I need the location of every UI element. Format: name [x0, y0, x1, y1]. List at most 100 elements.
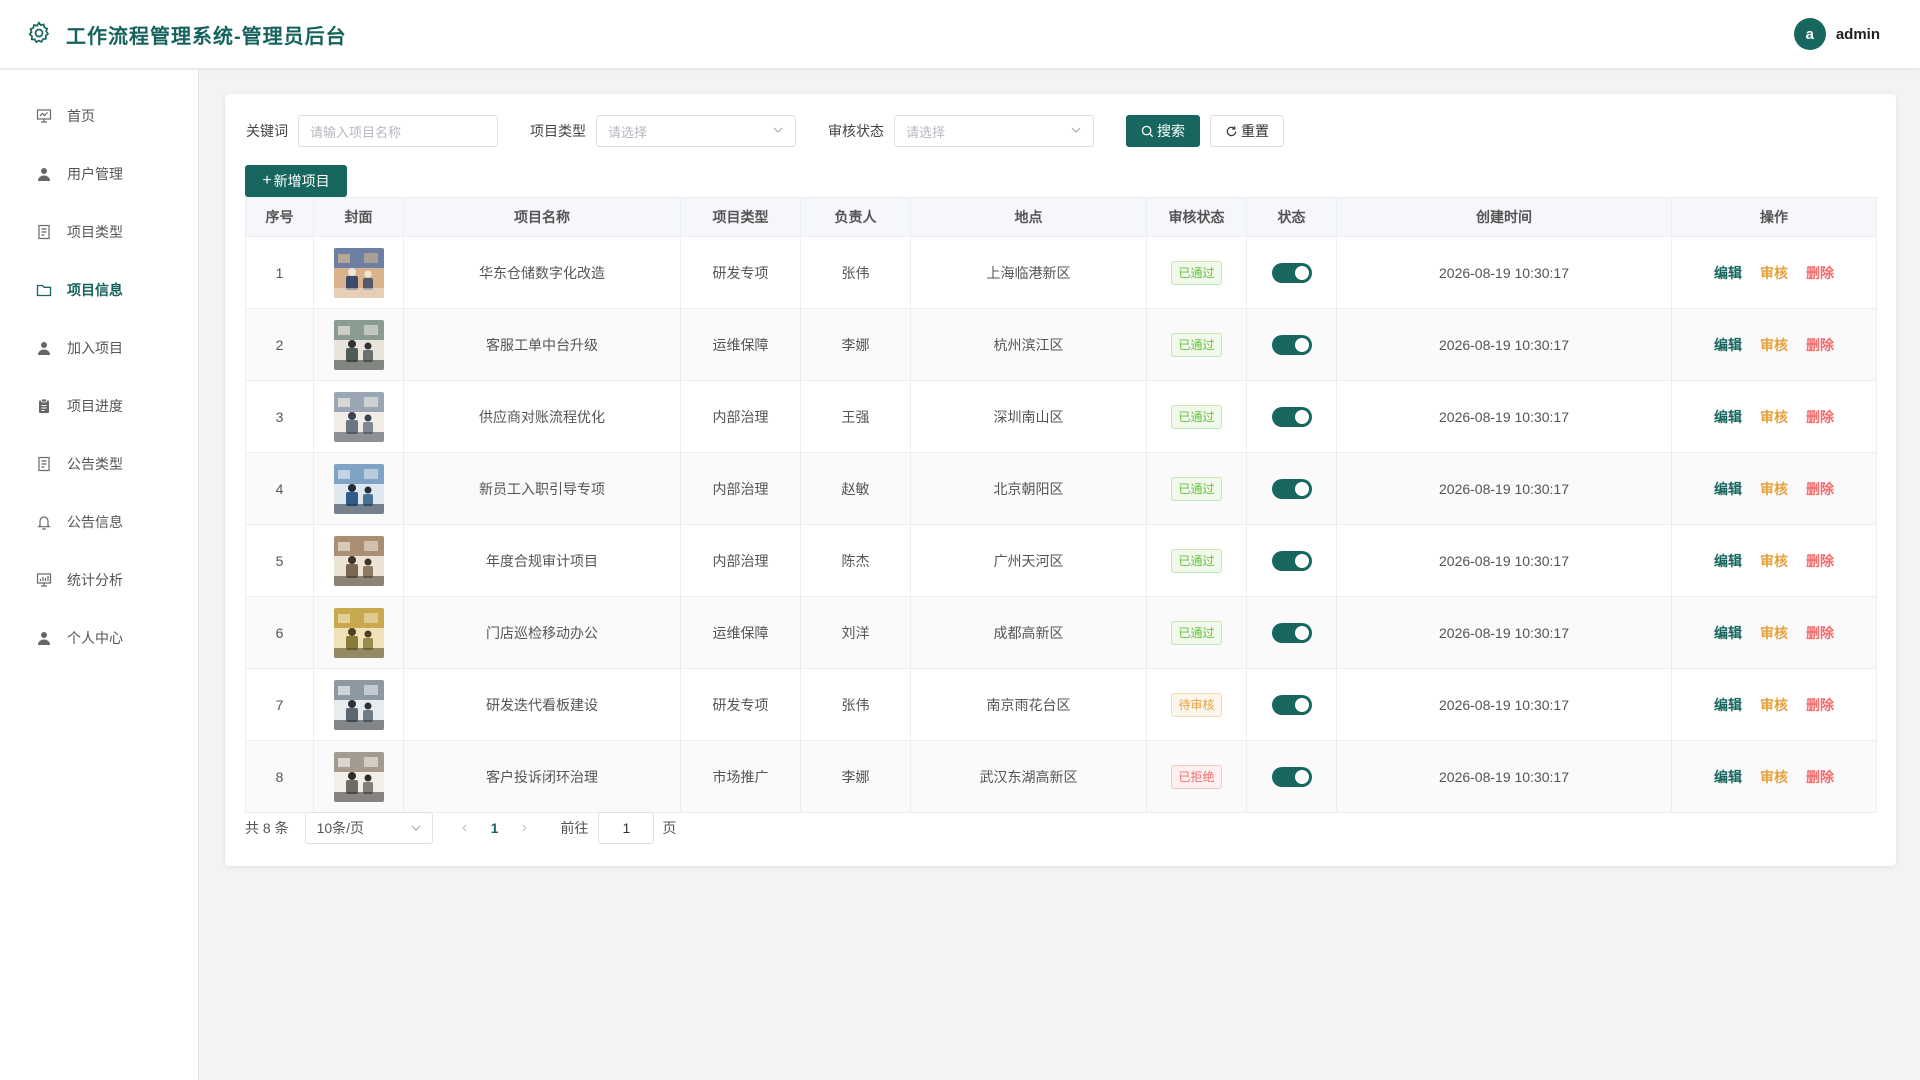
username[interactable]: admin [1836, 26, 1880, 43]
add-project-button[interactable]: + 新增项目 [245, 165, 347, 197]
edit-button[interactable]: 编辑 [1714, 769, 1742, 785]
toggle-knob [1294, 769, 1309, 784]
edit-button[interactable]: 编辑 [1714, 553, 1742, 569]
delete-button[interactable]: 删除 [1806, 697, 1834, 713]
plus-icon: + [262, 172, 272, 189]
sidebar-item[interactable]: 公告信息 [0, 493, 198, 551]
audit-button[interactable]: 审核 [1760, 481, 1788, 497]
edit-button[interactable]: 编辑 [1714, 409, 1742, 425]
user-icon [36, 340, 52, 356]
project-type: 内部治理 [680, 452, 801, 525]
edit-button[interactable]: 编辑 [1714, 697, 1742, 713]
cover-image[interactable] [333, 247, 384, 298]
cover-image[interactable] [333, 679, 384, 730]
audit-status-select[interactable]: 请选择 [894, 115, 1094, 147]
sidebar-item[interactable]: 公告类型 [0, 435, 198, 493]
project-type-select[interactable]: 请选择 [596, 115, 796, 147]
sidebar-item-label: 个人中心 [67, 630, 123, 646]
project-type: 运维保障 [680, 596, 801, 669]
delete-button[interactable]: 删除 [1806, 553, 1834, 569]
toggle-knob [1294, 625, 1309, 640]
project-name: 年度合规审计项目 [403, 524, 681, 597]
page-number-current[interactable]: 1 [491, 820, 499, 836]
status-toggle[interactable] [1271, 550, 1312, 571]
row-index: 5 [245, 524, 314, 597]
column-header: 序号 [245, 197, 314, 237]
audit-button[interactable]: 审核 [1760, 337, 1788, 353]
sidebar-item[interactable]: 用户管理 [0, 145, 198, 203]
status-toggle[interactable] [1271, 478, 1312, 499]
cover-image[interactable] [333, 319, 384, 370]
status-toggle[interactable] [1271, 766, 1312, 787]
delete-button[interactable]: 删除 [1806, 265, 1834, 281]
column-header: 审核状态 [1146, 197, 1247, 237]
search-button[interactable]: 搜索 [1126, 115, 1200, 147]
project-owner: 王强 [800, 380, 911, 453]
audit-button[interactable]: 审核 [1760, 625, 1788, 641]
delete-button[interactable]: 删除 [1806, 769, 1834, 785]
next-page-button[interactable]: › [514, 819, 534, 837]
column-header: 负责人 [800, 197, 911, 237]
reset-button[interactable]: 重置 [1210, 115, 1284, 147]
audit-button[interactable]: 审核 [1760, 265, 1788, 281]
status-toggle[interactable] [1271, 694, 1312, 715]
project-location: 深圳南山区 [910, 380, 1147, 453]
audit-button[interactable]: 审核 [1760, 697, 1788, 713]
delete-button[interactable]: 删除 [1806, 481, 1834, 497]
row-index: 4 [245, 452, 314, 525]
sidebar-item[interactable]: 项目类型 [0, 203, 198, 261]
goto-page-input[interactable]: 1 [598, 812, 655, 844]
sidebar-item-label: 公告信息 [67, 514, 123, 530]
edit-button[interactable]: 编辑 [1714, 481, 1742, 497]
edit-button[interactable]: 编辑 [1714, 625, 1742, 641]
keyword-input[interactable]: 请输入项目名称 [298, 115, 498, 147]
prev-page-button[interactable]: ‹ [455, 819, 475, 837]
audit-status-badge: 已通过 [1171, 404, 1222, 429]
cover-image[interactable] [333, 535, 384, 586]
sidebar-item[interactable]: 加入项目 [0, 319, 198, 377]
goto-page-value: 1 [622, 820, 631, 836]
delete-button[interactable]: 删除 [1806, 625, 1834, 641]
sidebar-item[interactable]: 项目信息 [0, 261, 198, 319]
user-menu[interactable]: a admin [1793, 18, 1880, 50]
sidebar-item[interactable]: 个人中心 [0, 609, 198, 667]
keyword-placeholder: 请输入项目名称 [310, 124, 402, 140]
sidebar-item-label: 公告类型 [67, 456, 123, 472]
app-title: 工作流程管理系统-管理员后台 [66, 25, 347, 48]
table-row: 7 研发迭代看板建设 研发专项 张伟 南京雨花台区 待审核 2026-08-19 10:30… [245, 668, 1877, 741]
status-toggle[interactable] [1271, 334, 1312, 355]
project-type-label: 项目类型 [530, 123, 586, 139]
audit-button[interactable]: 审核 [1760, 409, 1788, 425]
avatar[interactable]: a [1793, 18, 1826, 50]
bell-icon [36, 514, 52, 530]
goto-label: 前往 [560, 820, 589, 836]
audit-button[interactable]: 审核 [1760, 769, 1788, 785]
column-header: 状态 [1246, 197, 1337, 237]
chevron-down-icon [411, 825, 421, 831]
delete-button[interactable]: 删除 [1806, 337, 1834, 353]
audit-status-badge: 已通过 [1171, 620, 1222, 645]
sidebar-item[interactable]: 首页 [0, 87, 198, 145]
created-time: 2026-08-19 10:30:17 [1336, 596, 1672, 669]
chart-icon [36, 572, 52, 588]
cover-image[interactable] [333, 463, 384, 514]
delete-button[interactable]: 删除 [1806, 409, 1834, 425]
toggle-knob [1294, 697, 1309, 712]
status-toggle[interactable] [1271, 406, 1312, 427]
audit-button[interactable]: 审核 [1760, 553, 1788, 569]
status-toggle[interactable] [1271, 262, 1312, 283]
sidebar-item[interactable]: 统计分析 [0, 551, 198, 609]
edit-button[interactable]: 编辑 [1714, 265, 1742, 281]
cover-image[interactable] [333, 391, 384, 442]
sidebar: 首页 用户管理 项目类型 项目信息 加入项目 项目进度公告类型公告信息统计分析个人中心 [0, 70, 199, 1080]
project-owner: 赵敏 [800, 452, 911, 525]
sidebar-item[interactable]: 项目进度 [0, 377, 198, 435]
edit-button[interactable]: 编辑 [1714, 337, 1742, 353]
table-row: 5 年度合规审计项目 内部治理 陈杰 广州天河区 已通过 2026-08-19 10:30:… [245, 524, 1877, 597]
page-size-select[interactable]: 10条/页 [304, 812, 433, 844]
cover-image[interactable] [333, 751, 384, 802]
project-owner: 李娜 [800, 740, 911, 813]
status-toggle[interactable] [1271, 622, 1312, 643]
cover-image[interactable] [333, 607, 384, 658]
audit-status-badge: 已通过 [1171, 260, 1222, 285]
